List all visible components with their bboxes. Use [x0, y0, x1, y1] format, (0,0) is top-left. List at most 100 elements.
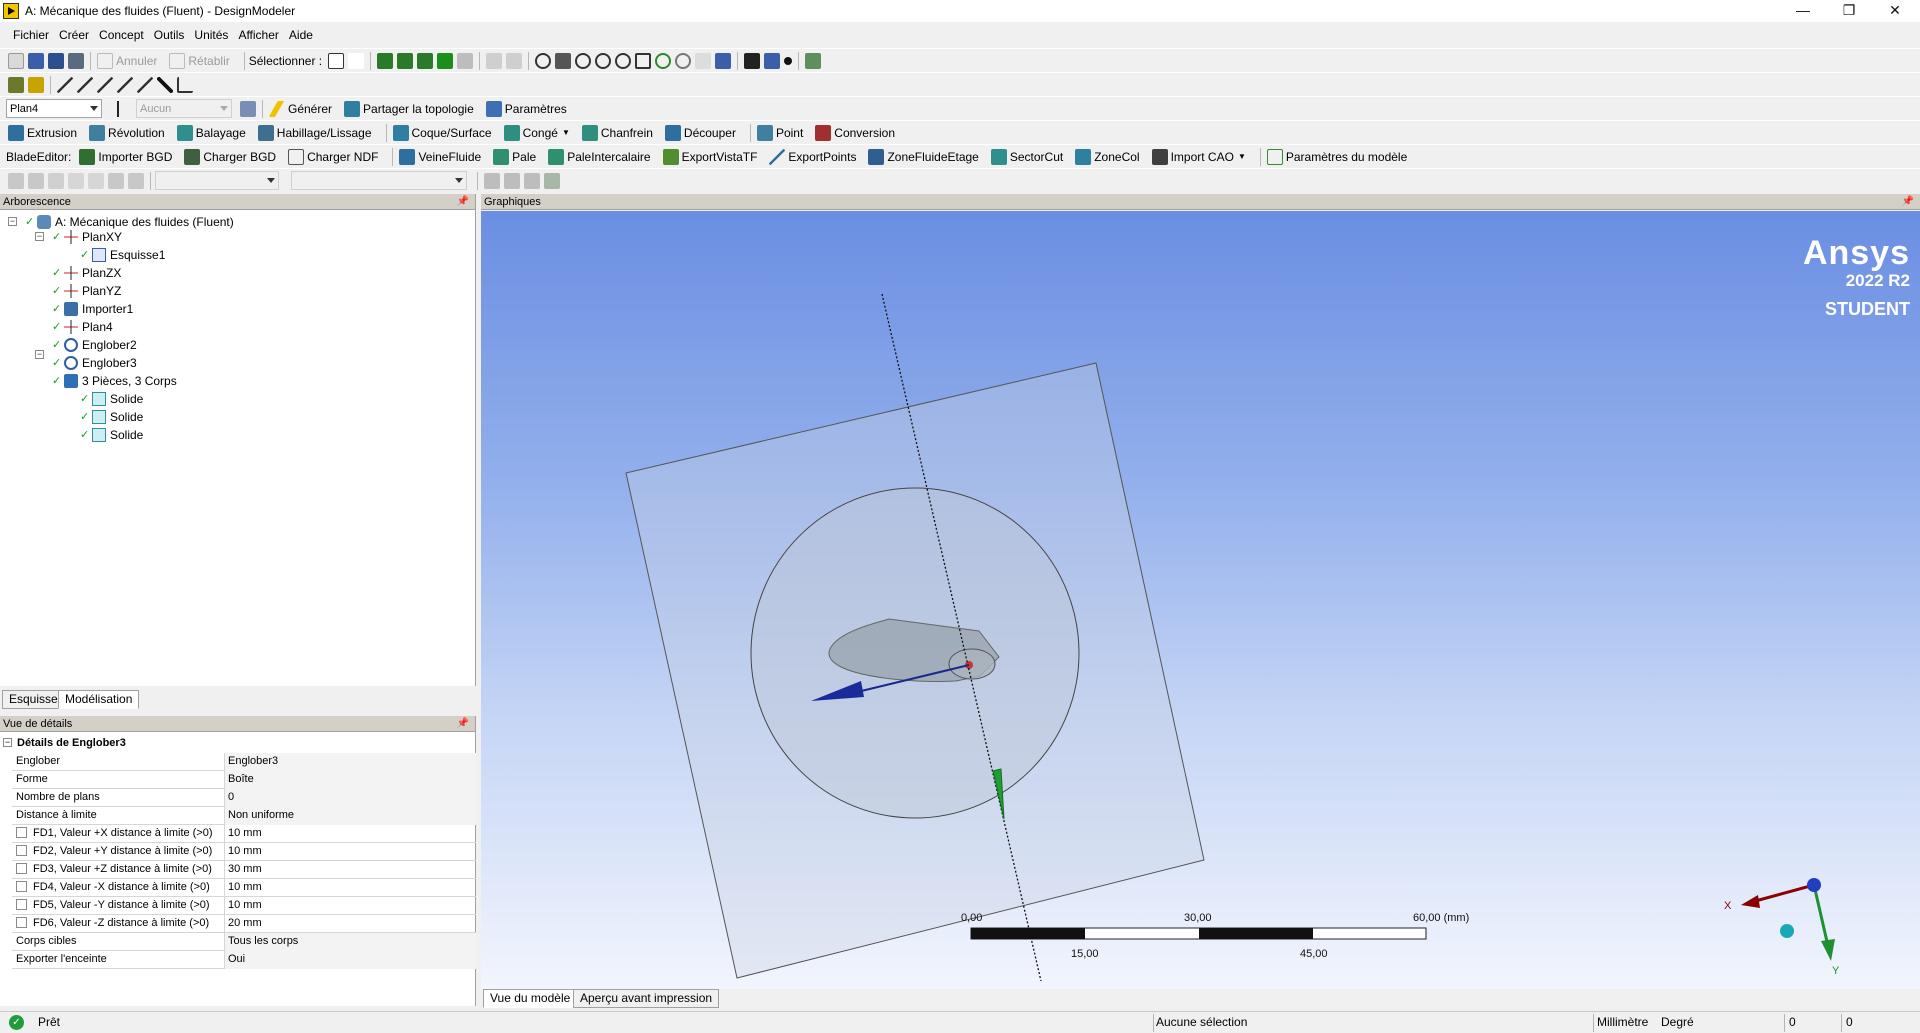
- display-body-icon[interactable]: [28, 76, 44, 93]
- rotate-icon[interactable]: [535, 52, 552, 69]
- details-row[interactable]: Nombre de plans 0: [12, 789, 476, 807]
- magnifier-icon[interactable]: [675, 52, 692, 69]
- screenshot-icon[interactable]: [68, 52, 84, 69]
- share-topology-button[interactable]: Partager la topologie: [342, 100, 474, 117]
- sectorcut-button[interactable]: SectorCut: [989, 148, 1063, 165]
- display-face-icon[interactable]: [8, 76, 24, 93]
- balayage-button[interactable]: Balayage: [175, 124, 246, 141]
- chanfrein-button[interactable]: Chanfrein: [580, 124, 653, 141]
- revolution-button[interactable]: Révolution: [87, 124, 165, 141]
- graphics-viewport[interactable]: X Y 0,00 30,00 60,00 (mm) 15,00 45,00 An…: [481, 211, 1920, 989]
- details-row[interactable]: Corps cibles Tous les corps: [12, 933, 476, 951]
- line-tool-3-icon[interactable]: [97, 76, 113, 93]
- tree-item-planyz[interactable]: ✓ PlanYZ: [52, 282, 121, 300]
- details-row-value[interactable]: 20 mm: [224, 915, 476, 933]
- exportvistatf-button[interactable]: ExportVistaTF: [661, 148, 757, 165]
- line-tool-5-icon[interactable]: [137, 76, 153, 93]
- maximize-button[interactable]: ❐: [1826, 0, 1872, 22]
- disabled-combo-2[interactable]: [291, 171, 467, 190]
- veinefluide-button[interactable]: VeineFluide: [397, 148, 481, 165]
- collapse-details-icon[interactable]: −: [3, 738, 12, 747]
- lasso-select-icon[interactable]: [506, 52, 523, 69]
- save-as-icon[interactable]: [48, 52, 64, 69]
- details-row-value[interactable]: 0: [224, 789, 476, 807]
- tree-item-parts[interactable]: ✓ 3 Pièces, 3 Corps: [52, 372, 177, 390]
- tree-item-solide-1[interactable]: ✓ Solide: [80, 390, 143, 408]
- extend-selection-icon[interactable]: [457, 52, 474, 69]
- parameter-checkbox[interactable]: [16, 863, 27, 874]
- tree-item-solide-3[interactable]: ✓ Solide: [80, 426, 143, 444]
- tree-item-planzx[interactable]: ✓ PlanZX: [52, 264, 121, 282]
- zoom-in-icon[interactable]: [595, 52, 612, 69]
- decouper-button[interactable]: Découper: [663, 124, 736, 141]
- pin-icon[interactable]: 📌: [457, 716, 469, 732]
- select-mode-icon[interactable]: [348, 52, 365, 69]
- parameter-checkbox[interactable]: [16, 917, 27, 928]
- details-row[interactable]: FD1, Valeur +X distance à limite (>0) 10 …: [12, 825, 476, 843]
- tree-item-planxy[interactable]: ✓ PlanXY: [52, 228, 122, 246]
- menu-concept[interactable]: Concept: [99, 28, 144, 42]
- new-icon[interactable]: [8, 52, 24, 69]
- status-length-unit[interactable]: Millimètre: [1597, 1012, 1648, 1033]
- charger-ndf-button[interactable]: Charger NDF: [286, 148, 378, 165]
- disabled-combo-1[interactable]: [155, 171, 279, 190]
- sketch-select[interactable]: Aucun: [136, 99, 232, 118]
- menu-aide[interactable]: Aide: [289, 28, 313, 42]
- details-row[interactable]: Forme Boîte: [12, 771, 476, 789]
- details-row[interactable]: Englober Englober3: [12, 753, 476, 771]
- details-row-value[interactable]: Englober3: [224, 753, 476, 771]
- importer-bgd-button[interactable]: Importer BGD: [77, 148, 172, 165]
- details-row-value[interactable]: Boîte: [224, 771, 476, 789]
- menu-creer[interactable]: Créer: [59, 28, 89, 42]
- details-row-value[interactable]: Tous les corps: [224, 933, 476, 951]
- collapse-root-icon[interactable]: −: [8, 217, 17, 226]
- status-angle-unit[interactable]: Degré: [1661, 1012, 1694, 1033]
- generate-button[interactable]: Générer: [267, 100, 332, 117]
- close-button[interactable]: ✕: [1872, 0, 1918, 22]
- tab-modelisation[interactable]: Modélisation: [58, 690, 140, 709]
- display-point-icon[interactable]: [784, 56, 793, 65]
- triad-icon[interactable]: [744, 52, 761, 69]
- zoom-to-selection-icon[interactable]: [655, 52, 672, 69]
- tree-item-solide-2[interactable]: ✓ Solide: [80, 408, 143, 426]
- parameter-checkbox[interactable]: [16, 881, 27, 892]
- menu-unites[interactable]: Unités: [194, 28, 228, 42]
- exportpoints-button[interactable]: ExportPoints: [767, 148, 856, 165]
- coque-surface-button[interactable]: Coque/Surface: [391, 124, 492, 141]
- select-bodies-icon[interactable]: [437, 52, 454, 69]
- parameters-button[interactable]: Paramètres: [484, 100, 567, 117]
- zonefluideetage-button[interactable]: ZoneFluideEtage: [866, 148, 979, 165]
- minimize-button[interactable]: —: [1780, 0, 1826, 22]
- details-row-value[interactable]: 10 mm: [224, 879, 476, 897]
- pale-button[interactable]: Pale: [491, 148, 536, 165]
- line-tool-icon[interactable]: [57, 76, 73, 93]
- tab-print-preview[interactable]: Aperçu avant impression: [573, 989, 720, 1008]
- conversion-button[interactable]: Conversion: [813, 124, 895, 141]
- menu-fichier[interactable]: Fichier: [13, 28, 49, 42]
- collapse-parts-icon[interactable]: −: [35, 350, 44, 359]
- new-plane-icon[interactable]: [110, 100, 126, 117]
- tree-item-plan4[interactable]: ✓ Plan4: [52, 318, 113, 336]
- details-row-value[interactable]: 30 mm: [224, 861, 476, 879]
- save-icon[interactable]: [28, 52, 44, 69]
- select-faces-icon[interactable]: [417, 52, 434, 69]
- charger-bgd-button[interactable]: Charger BGD: [182, 148, 276, 165]
- parameter-checkbox[interactable]: [16, 899, 27, 910]
- extrusion-button[interactable]: Extrusion: [6, 124, 77, 141]
- select-cursor-icon[interactable]: [328, 52, 345, 69]
- zoom-box-icon[interactable]: [615, 52, 632, 69]
- tree-item-esquisse1[interactable]: ✓ Esquisse1: [80, 246, 165, 264]
- tree-item-englober2[interactable]: ✓ Englober2: [52, 336, 137, 354]
- details-row-value[interactable]: 10 mm: [224, 825, 476, 843]
- angle-tool-icon[interactable]: [177, 76, 193, 93]
- details-row-value[interactable]: Oui: [224, 951, 476, 969]
- parameter-checkbox[interactable]: [16, 845, 27, 856]
- triad-iso-ball[interactable]: [1780, 924, 1794, 938]
- details-row[interactable]: FD2, Valeur +Y distance à limite (>0) 10 …: [12, 843, 476, 861]
- new-sketch-icon[interactable]: [240, 100, 256, 117]
- menu-outils[interactable]: Outils: [154, 28, 185, 42]
- menu-afficher[interactable]: Afficher: [238, 28, 278, 42]
- details-row-value[interactable]: Non uniforme: [224, 807, 476, 825]
- parametres-modele-button[interactable]: Paramètres du modèle: [1265, 148, 1407, 165]
- zoom-icon[interactable]: [575, 52, 592, 69]
